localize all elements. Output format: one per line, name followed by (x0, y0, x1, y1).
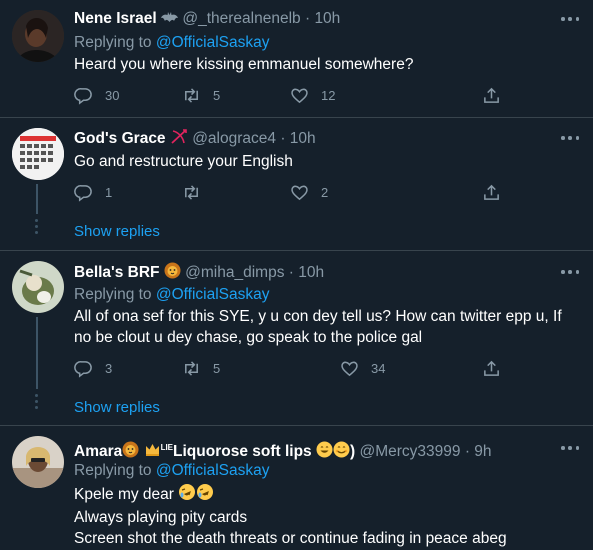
like-icon (341, 361, 358, 377)
tweet-line: Always playing pity cards (74, 509, 248, 526)
tweet-header: God's Grace @alograce4 · 10h (74, 128, 316, 151)
timestamp[interactable]: 10h (314, 10, 340, 27)
tweet-actions: 3 5 34 (74, 359, 504, 379)
share-icon (484, 184, 499, 200)
display-name-suffix[interactable]: Liquorose soft lips (173, 443, 312, 460)
tweet-nene-israel[interactable]: Nene Israel @_therealnenelb · 10h Replyi… (0, 0, 593, 118)
mention-link[interactable]: @OfficialSaskay (156, 462, 270, 479)
retweet-count: 5 (213, 361, 221, 376)
display-name[interactable]: God's Grace (74, 130, 166, 147)
lion-emoji-icon (164, 262, 181, 285)
rofl-emoji-icon (178, 483, 196, 507)
avatar[interactable] (12, 128, 64, 180)
more-icon[interactable] (561, 446, 579, 450)
thread-line (36, 317, 38, 389)
replying-to: Replying to @OfficialSaskay (74, 286, 270, 303)
tweet-header: Nene Israel @_therealnenelb · 10h (74, 9, 340, 31)
reply-icon (74, 185, 92, 202)
reply-button[interactable]: 1 (74, 183, 112, 202)
reply-count: 3 (105, 361, 113, 376)
share-button[interactable] (482, 86, 501, 105)
retweet-count: 5 (213, 88, 221, 103)
avatar[interactable] (12, 436, 64, 488)
show-replies-link[interactable]: Show replies (74, 399, 160, 416)
retweet-button[interactable]: 5 (182, 359, 220, 378)
like-count: 12 (321, 88, 336, 103)
reply-count: 1 (105, 185, 113, 200)
retweet-button[interactable] (182, 183, 213, 202)
replying-to: Replying to @OfficialSaskay (74, 462, 270, 479)
thread-dots (35, 391, 39, 412)
tweet-text: Go and restructure your English (74, 153, 293, 170)
reply-icon (74, 361, 92, 378)
display-name[interactable]: Amara (74, 443, 122, 460)
user-handle[interactable]: @miha_dimps (185, 264, 284, 281)
reply-button[interactable]: 30 (74, 86, 119, 105)
grinning-emoji-icon (316, 441, 333, 464)
tweet-bellas-brf[interactable]: Bella's BRF @miha_dimps · 10h Replying t… (0, 251, 593, 425)
tweet-text: Kpele my dear Always playing pity cards … (74, 483, 579, 549)
timestamp[interactable]: 10h (298, 264, 324, 281)
tweet-amara[interactable]: Amara LIELiquorose soft lips ) @Mercy339… (0, 426, 593, 550)
retweet-icon (185, 361, 198, 376)
lie-superscript: LIE (160, 443, 174, 452)
timestamp[interactable]: 9h (474, 443, 491, 460)
mention-link[interactable]: @OfficialSaskay (156, 34, 270, 51)
tweet-header: Bella's BRF @miha_dimps · 10h (74, 262, 324, 285)
smiling-emoji-icon (333, 441, 350, 464)
tweet-line: Screen shot the death threats or continu… (74, 530, 507, 547)
display-name[interactable]: Nene Israel (74, 10, 157, 27)
tweet-line: Kpele my dear (74, 486, 174, 503)
replying-to: Replying to @OfficialSaskay (74, 34, 270, 51)
avatar[interactable] (12, 10, 64, 62)
user-handle[interactable]: @alograce4 (192, 130, 276, 147)
more-icon[interactable] (561, 17, 579, 21)
tweet-text: Heard you where kissing emmanuel somewhe… (74, 56, 414, 73)
like-button[interactable]: 12 (290, 86, 335, 105)
display-name[interactable]: Bella's BRF (74, 264, 160, 281)
tweet-gods-grace[interactable]: God's Grace @alograce4 · 10h Go and rest… (0, 118, 593, 250)
like-count: 2 (321, 185, 329, 200)
share-icon (484, 87, 499, 103)
avatar[interactable] (12, 261, 64, 313)
like-count: 34 (371, 361, 386, 376)
rofl-emoji-icon (196, 483, 214, 507)
bow-arrow-emoji-icon (170, 128, 188, 151)
retweet-icon (185, 185, 198, 200)
retweet-icon (185, 88, 198, 103)
user-handle[interactable]: @Mercy33999 (359, 443, 460, 460)
thread-line (36, 184, 38, 214)
tweet-actions: 1 2 (74, 183, 504, 203)
retweet-button[interactable]: 5 (182, 86, 220, 105)
reply-icon (74, 88, 92, 105)
like-icon (291, 88, 308, 104)
bat-emoji-icon (161, 11, 179, 31)
reply-feed: Nene Israel @_therealnenelb · 10h Replyi… (0, 0, 593, 550)
like-button[interactable]: 34 (340, 359, 385, 378)
more-icon[interactable] (561, 136, 579, 140)
timestamp[interactable]: 10h (290, 130, 316, 147)
user-handle[interactable]: @_therealnenelb (182, 10, 300, 27)
thread-dots (35, 216, 39, 237)
share-icon (484, 360, 499, 376)
mention-link[interactable]: @OfficialSaskay (156, 286, 270, 303)
tweet-actions: 30 5 12 (74, 86, 504, 106)
more-icon[interactable] (561, 270, 579, 274)
reply-button[interactable]: 3 (74, 359, 112, 378)
like-icon (291, 185, 308, 201)
tweet-text: All of ona sef for this SYE, y u con dey… (74, 308, 562, 346)
share-button[interactable] (482, 183, 501, 202)
reply-count: 30 (105, 88, 120, 103)
show-replies-link[interactable]: Show replies (74, 223, 160, 240)
like-button[interactable]: 2 (290, 183, 328, 202)
share-button[interactable] (482, 359, 501, 378)
